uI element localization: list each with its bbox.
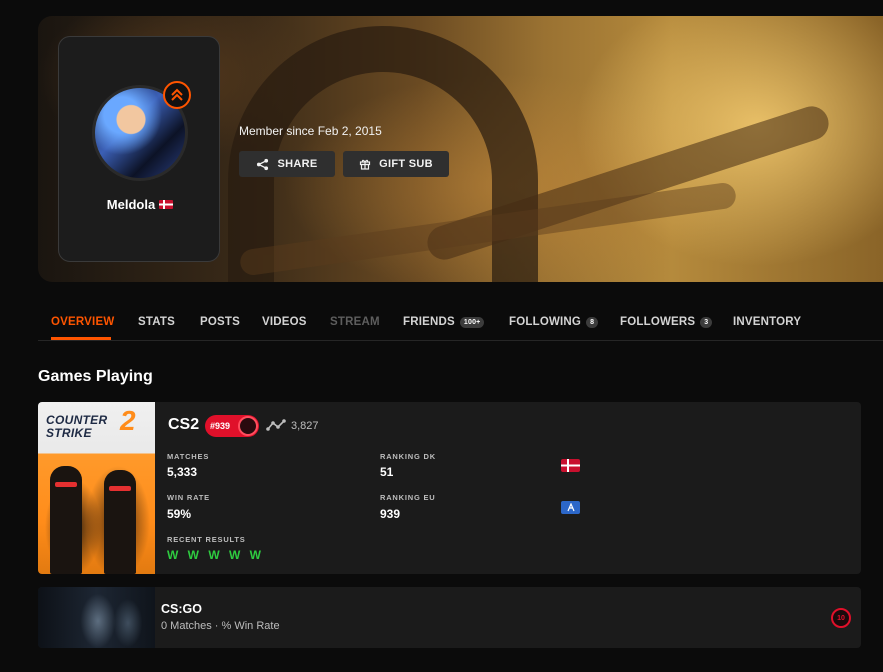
- rank-badge: #939: [205, 415, 259, 437]
- tab-label: FRIENDS: [403, 316, 455, 328]
- europe-region-icon[interactable]: [561, 501, 580, 514]
- tab-stream[interactable]: STREAM: [330, 316, 380, 328]
- tab-inventory[interactable]: INVENTORY: [733, 316, 801, 328]
- gift-icon: [360, 159, 371, 170]
- cs2-game-card[interactable]: COUNTER STRIKE 2 CS2 #939 3,827 MATCHES …: [38, 402, 861, 574]
- profile-tabs: OVERVIEW STATS POSTS VIDEOS STREAM FRIEN…: [38, 306, 883, 341]
- game-summary: 0 Matches · % Win Rate: [161, 620, 280, 632]
- level-chevron-icon: [163, 81, 191, 109]
- tab-label: POSTS: [200, 316, 240, 328]
- rank-value: #939: [210, 421, 231, 431]
- ranking-eu-value: 939: [380, 507, 401, 521]
- cs2-cover-image: COUNTER STRIKE 2: [38, 402, 155, 574]
- soldier-figure: [50, 466, 82, 574]
- csgo-game-card[interactable]: CS:GO 0 Matches · % Win Rate 10: [38, 587, 861, 648]
- game-name: CS:GO: [161, 602, 202, 616]
- active-tab-indicator: [51, 337, 111, 340]
- skill-level-value: 10: [837, 614, 845, 622]
- gift-sub-label: GIFT SUB: [379, 158, 433, 170]
- tab-posts[interactable]: POSTS: [200, 316, 240, 328]
- tab-friends[interactable]: FRIENDS 100+: [403, 316, 485, 328]
- username: Meldola: [59, 197, 221, 212]
- tab-label: STREAM: [330, 316, 380, 328]
- csgo-cover-image: [38, 587, 155, 648]
- tab-label: FOLLOWERS: [620, 316, 696, 328]
- tab-videos[interactable]: VIDEOS: [262, 316, 307, 328]
- member-since: Member since Feb 2, 2015: [239, 124, 382, 138]
- matches-label: MATCHES: [167, 452, 210, 461]
- cs2-logo-text: COUNTER STRIKE 2: [46, 405, 150, 440]
- tab-label: STATS: [138, 316, 175, 328]
- win-rate-value: 59%: [167, 507, 192, 521]
- skill-level-icon: 10: [831, 608, 851, 628]
- ranking-dk-label: RANKING DK: [380, 452, 436, 461]
- tab-stats[interactable]: STATS: [138, 316, 175, 328]
- tab-label: FOLLOWING: [509, 316, 582, 328]
- profile-card: Meldola: [58, 36, 220, 262]
- elo-trend-icon: [266, 419, 286, 431]
- recent-results-label: RECENT RESULTS: [167, 535, 246, 544]
- denmark-flag-icon[interactable]: [561, 459, 580, 472]
- tab-label: VIDEOS: [262, 316, 307, 328]
- tab-overview[interactable]: OVERVIEW: [51, 316, 114, 328]
- denmark-flag-icon: [159, 200, 174, 209]
- elo-value: 3,827: [291, 420, 319, 432]
- matches-value: 5,333: [167, 465, 198, 479]
- premier-rank-icon: [238, 416, 258, 436]
- games-playing-heading: Games Playing: [38, 368, 153, 385]
- game-name: CS2: [168, 416, 200, 433]
- tab-followers[interactable]: FOLLOWERS 3: [620, 316, 713, 328]
- tab-label: OVERVIEW: [51, 316, 115, 328]
- followers-count-badge: 3: [700, 316, 713, 328]
- tab-label: INVENTORY: [733, 316, 802, 328]
- share-icon: [257, 158, 269, 170]
- cs2-logo-number: 2: [120, 405, 136, 436]
- friends-count-badge: 100+: [459, 316, 485, 328]
- tab-following[interactable]: FOLLOWING 8: [509, 316, 599, 328]
- username-text: Meldola: [106, 197, 156, 212]
- gift-sub-button[interactable]: GIFT SUB: [343, 151, 449, 177]
- following-count-badge: 8: [586, 316, 599, 328]
- recent-results: W W W W W: [167, 548, 264, 562]
- share-button[interactable]: SHARE: [239, 151, 335, 177]
- ranking-dk-value: 51: [380, 465, 394, 479]
- cs2-logo-title: COUNTER STRIKE: [46, 413, 108, 440]
- ranking-eu-label: RANKING EU: [380, 493, 436, 502]
- win-rate-label: WIN RATE: [167, 493, 210, 502]
- share-label: SHARE: [277, 158, 318, 170]
- soldier-figure: [104, 470, 136, 574]
